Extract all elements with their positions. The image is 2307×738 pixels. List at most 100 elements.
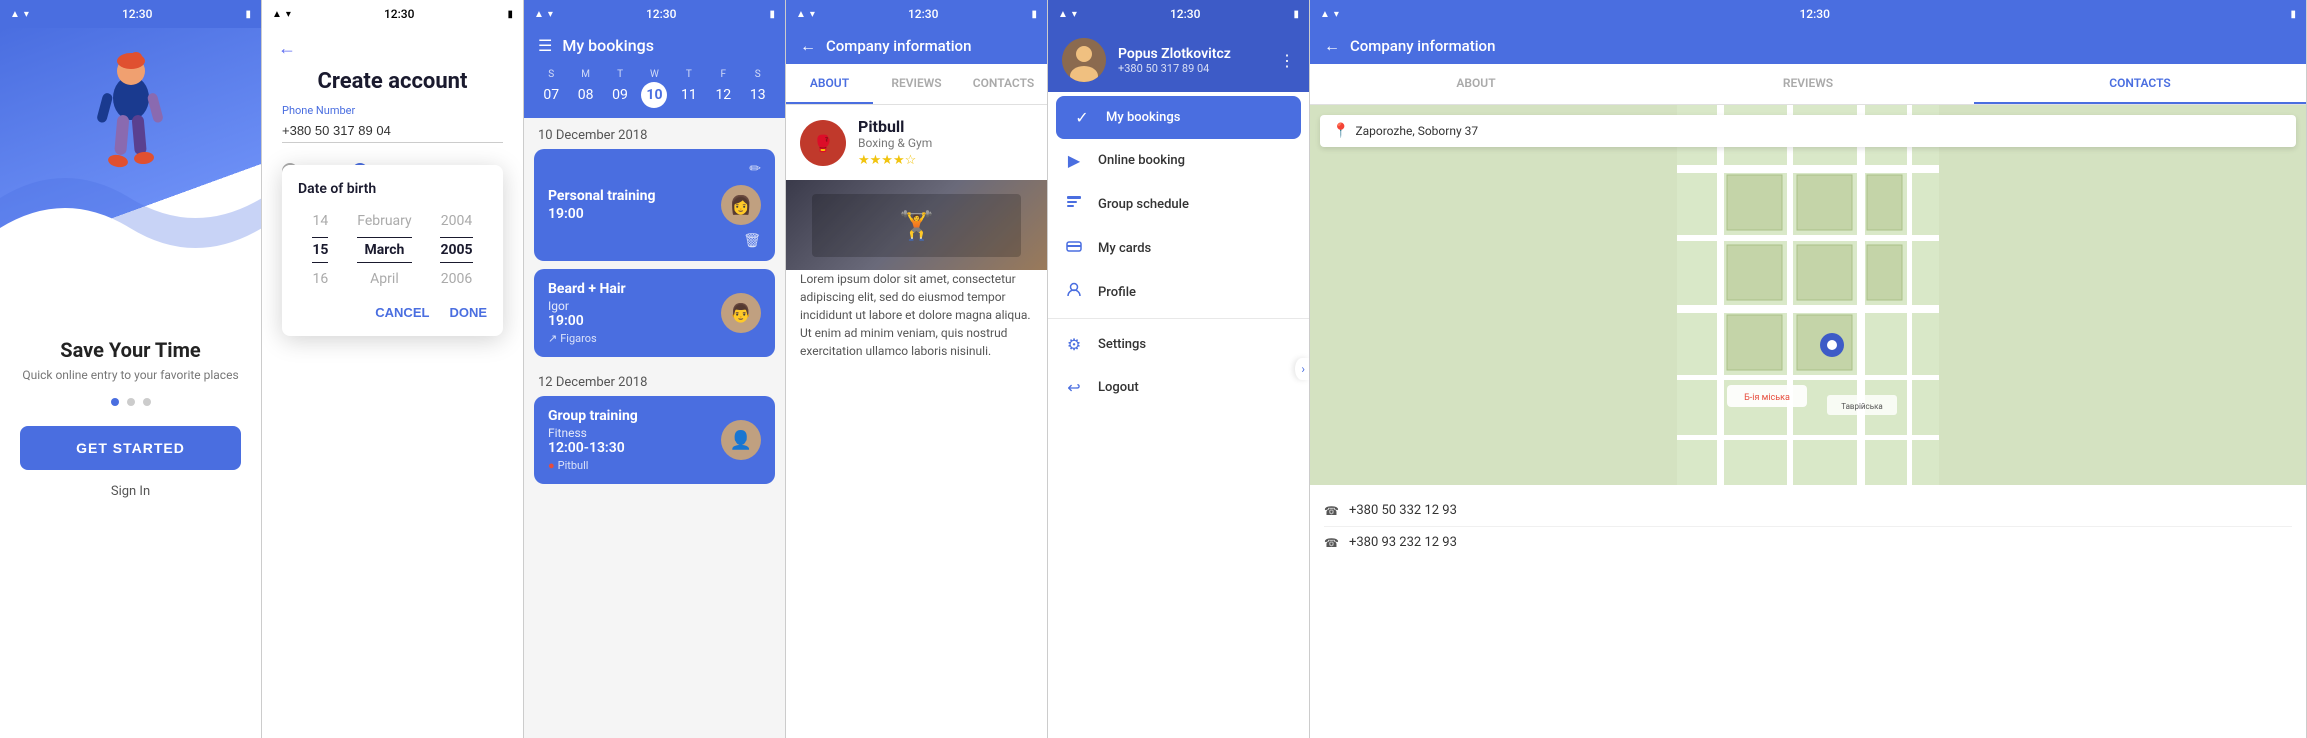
day-num-10[interactable]: 10 [641, 82, 667, 108]
tab-contacts-4[interactable]: CONTACTS [960, 64, 1047, 104]
sidebar-item-my-cards[interactable]: My cards [1048, 226, 1309, 270]
sidebar-item-profile[interactable]: Profile [1048, 270, 1309, 314]
company-name: Pitbull [858, 117, 932, 136]
map-area[interactable]: Б-ія міська Таврійська 📍 Zaporozhe, Sobo… [1310, 105, 2306, 485]
sidebar-item-online-booking[interactable]: ▶ Online booking [1048, 139, 1309, 182]
svg-text:🥊: 🥊 [813, 134, 833, 153]
location-badge: 📍 Zaporozhe, Soborny 37 [1320, 115, 2296, 147]
month-april[interactable]: April [357, 267, 411, 291]
service-time-2: 19:00 [548, 313, 626, 329]
sidebar-label-group-schedule: Group schedule [1098, 197, 1189, 212]
sidebar-item-group-schedule[interactable]: Group schedule [1048, 182, 1309, 226]
tab-reviews[interactable]: REVIEWS [873, 64, 960, 104]
day-num-11[interactable]: 11 [676, 82, 702, 108]
company-tabs: ABOUT REVIEWS CONTACTS [786, 64, 1047, 105]
status-icons-left-4: ▲ ▾ [796, 9, 815, 20]
day-name-s1: S [548, 69, 554, 80]
booking-info-1: Personal training 19:00 [548, 188, 655, 222]
back-button-2[interactable]: ← [278, 38, 296, 59]
contact-phone-1[interactable]: ☎ +380 50 332 12 93 [1324, 495, 2292, 527]
form-area: Phone Number [262, 104, 523, 143]
day-name-m: M [581, 69, 590, 80]
day-num-07[interactable]: 07 [538, 82, 564, 108]
phone-number-2: +380 93 232 12 93 [1349, 535, 1457, 550]
hamburger-menu[interactable]: ☰ [538, 36, 552, 55]
status-bar-6: ▲ ▾ 12:30 ▮ [1310, 0, 2306, 28]
service-time-1: 19:00 [548, 206, 655, 222]
phone-number-1: +380 50 332 12 93 [1349, 503, 1457, 518]
day-16[interactable]: 16 [312, 267, 328, 291]
date-header-1: 10 December 2018 [524, 118, 785, 149]
logout-icon: ↩ [1064, 378, 1084, 397]
battery-icon-3: ▮ [769, 9, 775, 20]
cancel-button[interactable]: CANCEL [375, 305, 429, 320]
trainer-avatar-2: 👨 [721, 293, 761, 333]
booking-info-2: Beard + Hair Igor 19:00 ↗ Figaros [548, 281, 626, 345]
date-picker-actions: CANCEL DONE [298, 305, 487, 320]
day-num-12[interactable]: 12 [710, 82, 736, 108]
contact-phone-2[interactable]: ☎ +380 93 232 12 93 [1324, 527, 2292, 558]
day-name-w: W [650, 69, 659, 80]
booking-card-personal[interactable]: Personal training 19:00 ✏ 👩 🗑 [534, 149, 775, 261]
tab-about-6[interactable]: ABOUT [1310, 64, 1642, 104]
company-info-row: 🥊 Pitbull Boxing & Gym ★★★★☆ [786, 105, 1047, 180]
contacts-header-title: Company information [1350, 37, 1495, 55]
service-time-3: 12:00-13:30 [548, 440, 638, 456]
day-mon: M 08 [573, 69, 599, 108]
signal-icon-5: ▲ [1058, 9, 1068, 20]
tab-contacts-6[interactable]: CONTACTS [1974, 64, 2306, 104]
bookings-top-bar: ☰ My bookings [524, 28, 785, 63]
wifi-icon-2: ▾ [286, 9, 291, 20]
get-started-button[interactable]: GET STARTED [20, 426, 241, 470]
day-num-09[interactable]: 09 [607, 82, 633, 108]
collapse-sidebar-button[interactable]: › [1295, 358, 1309, 380]
booking-card-group[interactable]: Group training Fitness 12:00-13:30 ● Pit… [534, 396, 775, 484]
done-button[interactable]: DONE [449, 305, 487, 320]
edit-icon-1[interactable]: ✏ [749, 161, 761, 177]
bookings-scroll-area[interactable]: 10 December 2018 Personal training 19:00… [524, 118, 785, 701]
day-14[interactable]: 14 [312, 209, 328, 233]
status-bar-4: ▲ ▾ 12:30 ▮ [786, 0, 1047, 28]
more-icon[interactable]: ⋮ [1279, 51, 1295, 70]
sidebar-item-bookings[interactable]: ✓ My bookings [1056, 96, 1301, 139]
day-name-t2: T [686, 69, 692, 80]
wifi-icon-4: ▾ [810, 9, 815, 20]
signal-icon-6: ▲ [1320, 9, 1330, 20]
app-title: Save Your Time [20, 338, 241, 362]
phone-input-group: Phone Number [282, 104, 503, 143]
hero-area [0, 28, 261, 318]
day-num-08[interactable]: 08 [573, 82, 599, 108]
status-icons-right-2: ▮ [507, 9, 513, 20]
year-2005[interactable]: 2005 [440, 237, 472, 263]
signal-icon-4: ▲ [796, 9, 806, 20]
back-button-4[interactable]: ← [800, 36, 816, 56]
year-2006[interactable]: 2006 [440, 267, 472, 291]
day-thu: T 11 [676, 69, 702, 108]
company-image: 🏋️ [786, 180, 1047, 270]
day-column: 14 15 16 [312, 209, 328, 291]
month-feb[interactable]: February [357, 209, 411, 233]
tab-reviews-6[interactable]: REVIEWS [1642, 64, 1974, 104]
status-icons-left-5: ▲ ▾ [1058, 9, 1077, 20]
company-header-title: Company information [826, 37, 971, 55]
phone-input[interactable] [282, 119, 503, 143]
back-button-6[interactable]: ← [1324, 36, 1340, 56]
svg-text:Таврійська: Таврійська [1841, 402, 1883, 411]
battery-icon-2: ▮ [507, 9, 513, 20]
sidebar-item-settings[interactable]: ⚙ Settings [1048, 323, 1309, 366]
booking-card-hair[interactable]: Beard + Hair Igor 19:00 ↗ Figaros 👨 [534, 269, 775, 357]
status-bar-5: ▲ ▾ 12:30 ▮ [1048, 0, 1309, 28]
profile-header: Popus Zlotkovitcz +380 50 317 89 04 ⋮ [1048, 28, 1309, 92]
day-num-13[interactable]: 13 [745, 82, 771, 108]
status-bar-2: ▲ ▾ 12:30 ▮ [262, 0, 523, 28]
date-picker-modal: Date of birth 14 15 16 February March Ap… [282, 165, 503, 336]
delete-icon-1[interactable]: 🗑 [743, 233, 761, 249]
sidebar-item-logout[interactable]: ↩ Logout [1048, 366, 1309, 409]
day-15[interactable]: 15 [312, 237, 328, 263]
phone-label: Phone Number [282, 104, 503, 117]
tab-about[interactable]: ABOUT [786, 64, 873, 104]
year-2004[interactable]: 2004 [440, 209, 472, 233]
sidebar-label-logout: Logout [1098, 380, 1139, 395]
sign-in-link[interactable]: Sign In [20, 484, 241, 499]
month-march[interactable]: March [357, 237, 411, 263]
